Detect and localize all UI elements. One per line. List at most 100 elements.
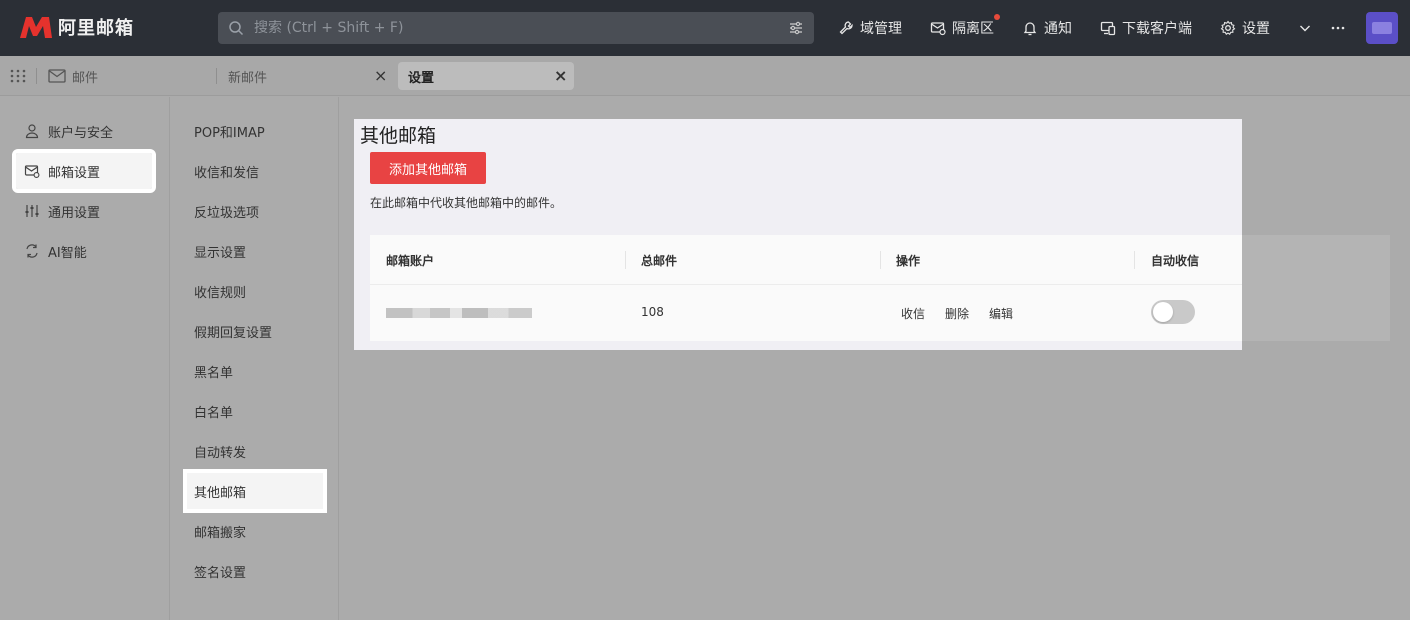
nav-account-security[interactable]: 账户与安全: [16, 113, 152, 149]
logo-text: 阿里邮箱: [58, 18, 134, 39]
nav-ai-label: AI智能: [48, 245, 87, 261]
column-header-auto-receive: 自动收信: [1151, 254, 1200, 268]
sliders-icon: [25, 205, 39, 217]
mail-icon: [48, 69, 66, 83]
quarantine-mail-icon: [930, 22, 946, 36]
tabs-bar: 邮件 新邮件 × 设置 ×: [0, 56, 1410, 96]
subnav-other-mailboxes[interactable]: 其他邮箱: [183, 469, 327, 513]
column-divider: [1134, 251, 1135, 269]
domain-management-button[interactable]: 域管理: [838, 18, 902, 38]
subnav-mailbox-migration[interactable]: 邮箱搬家: [187, 513, 323, 549]
subnav-auto-forward[interactable]: 自动转发: [187, 433, 323, 469]
page-title: 其他邮箱: [360, 125, 437, 147]
more-dots-icon: [1331, 26, 1345, 30]
mailbox-settings-subnav: POP和IMAP 收信和发信 反垃圾选项 显示设置 收信规则 假期回复设置 黑名…: [171, 97, 339, 620]
apps-grid-icon[interactable]: [10, 69, 26, 83]
top-actions: 域管理 隔离区 通知 下载客户端 设置: [838, 0, 1374, 56]
search-icon: [229, 21, 244, 36]
logo-m-icon: [20, 17, 52, 38]
other-mailboxes-panel: 其他邮箱 添加其他邮箱 在此邮箱中代收其他邮箱中的邮件。 邮箱账户 总邮件 操作…: [354, 119, 1242, 350]
subnav-signature-settings[interactable]: 签名设置: [187, 553, 323, 589]
column-header-total: 总邮件: [641, 254, 678, 268]
gear-icon: [1220, 20, 1236, 35]
notifications-label: 通知: [1044, 21, 1072, 37]
tab-new-mail-label: 新邮件: [228, 70, 268, 86]
subnav-display-settings[interactable]: 显示设置: [187, 233, 323, 269]
subnav-send-receive[interactable]: 收信和发信: [187, 153, 323, 189]
column-header-account: 邮箱账户: [386, 254, 435, 268]
notifications-button[interactable]: 通知: [1022, 18, 1072, 38]
subnav-label: 收信规则: [194, 285, 247, 301]
subnav-label: 假期回复设置: [194, 325, 273, 341]
tab-settings[interactable]: 设置 ×: [398, 62, 574, 90]
tab-separator: [36, 68, 37, 84]
nav-ai[interactable]: AI智能: [16, 233, 152, 269]
subnav-anti-spam[interactable]: 反垃圾选项: [187, 193, 323, 229]
subnav-label: 白名单: [194, 405, 234, 421]
subnav-label: POP和IMAP: [194, 125, 265, 141]
subnav-label: 显示设置: [194, 245, 247, 261]
bell-icon: [1023, 22, 1037, 36]
subnav-label: 自动转发: [194, 445, 247, 461]
subnav-label: 收信和发信: [194, 165, 260, 181]
delete-link[interactable]: 删除: [945, 305, 969, 322]
edit-link[interactable]: 编辑: [989, 305, 1013, 322]
quarantine-label: 隔离区: [952, 21, 994, 37]
devices-icon: [1100, 21, 1116, 36]
user-icon: [25, 124, 39, 139]
download-client-label: 下载客户端: [1122, 21, 1192, 37]
blurred-account-address: [386, 308, 532, 318]
quarantine-button[interactable]: 隔离区: [930, 14, 1000, 38]
auto-receive-toggle[interactable]: [1151, 300, 1195, 324]
receive-mail-link[interactable]: 收信: [901, 305, 925, 322]
search-input[interactable]: [254, 20, 788, 36]
nav-account-security-label: 账户与安全: [48, 125, 114, 141]
subnav-label: 其他邮箱: [194, 485, 247, 501]
subnav-blacklist[interactable]: 黑名单: [187, 353, 323, 389]
wrench-icon: [839, 21, 853, 35]
subnav-label: 反垃圾选项: [194, 205, 260, 221]
total-mail-count: 108: [641, 305, 664, 319]
tab-new-mail[interactable]: 新邮件 ×: [228, 62, 392, 90]
subnav-label: 黑名单: [194, 365, 234, 381]
more-button[interactable]: [1330, 20, 1346, 36]
avatar[interactable]: [1366, 12, 1398, 44]
ai-icon: [26, 244, 38, 258]
settings-category-nav: 账户与安全 邮箱设置 通用设置 AI智能: [0, 97, 170, 620]
search-bar[interactable]: [218, 12, 814, 44]
nav-general-settings-label: 通用设置: [48, 205, 101, 221]
subnav-pop-imap[interactable]: POP和IMAP: [187, 113, 323, 149]
column-divider: [625, 251, 626, 269]
nav-general-settings[interactable]: 通用设置: [16, 193, 152, 229]
subnav-label: 邮箱搬家: [194, 525, 247, 541]
settings-label: 设置: [1242, 21, 1270, 37]
top-bar: 阿里邮箱 域管理 隔离区: [0, 0, 1410, 56]
mailbox-settings-icon: [24, 165, 40, 178]
nav-mailbox-settings[interactable]: 邮箱设置: [12, 149, 156, 193]
close-tab-settings-icon[interactable]: ×: [554, 68, 567, 84]
domain-management-label: 域管理: [860, 21, 902, 37]
table-header-row: 邮箱账户 总邮件 操作 自动收信: [370, 235, 1242, 285]
close-tab-new-mail-icon[interactable]: ×: [374, 68, 387, 84]
subnav-receive-rules[interactable]: 收信规则: [187, 273, 323, 309]
toggle-knob: [1153, 302, 1173, 322]
tab-mail[interactable]: 邮件: [48, 62, 208, 90]
subnav-whitelist[interactable]: 白名单: [187, 393, 323, 429]
app-logo[interactable]: 阿里邮箱: [18, 14, 134, 40]
expand-dropdown-button[interactable]: [1298, 21, 1312, 35]
add-other-mailbox-button[interactable]: 添加其他邮箱: [370, 152, 486, 184]
nav-mailbox-settings-label: 邮箱设置: [48, 165, 101, 181]
tab-settings-label: 设置: [408, 70, 435, 86]
subnav-label: 签名设置: [194, 565, 247, 581]
column-header-actions: 操作: [896, 254, 921, 268]
column-divider: [880, 251, 881, 269]
panel-description: 在此邮箱中代收其他邮箱中的邮件。: [370, 196, 563, 210]
filter-icon[interactable]: [788, 20, 804, 36]
download-client-button[interactable]: 下载客户端: [1100, 18, 1192, 38]
tab-mail-label: 邮件: [72, 70, 99, 86]
subnav-vacation-reply[interactable]: 假期回复设置: [187, 313, 323, 349]
chevron-down-icon: [1300, 25, 1310, 32]
settings-button[interactable]: 设置: [1220, 18, 1270, 38]
table-overflow-area: [1242, 235, 1390, 341]
settings-content: 其他邮箱 添加其他邮箱 在此邮箱中代收其他邮箱中的邮件。 邮箱账户 总邮件 操作…: [340, 97, 1410, 620]
